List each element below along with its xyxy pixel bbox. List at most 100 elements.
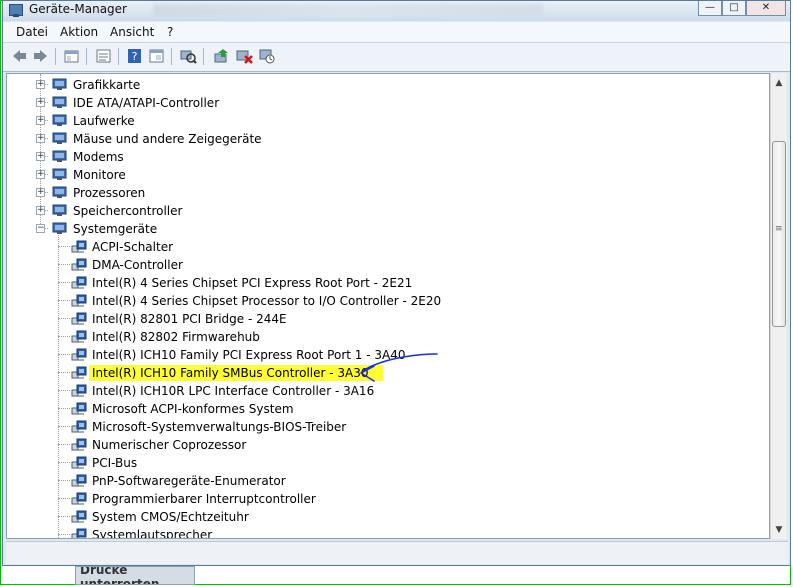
expand-icon[interactable]: +: [36, 80, 45, 89]
tree-category-label: Systemgeräte: [73, 222, 158, 236]
tree-guide-line: [58, 516, 70, 518]
tree-category-speichercontroller[interactable]: + Speichercontroller: [7, 202, 747, 220]
system-device-label: Microsoft-Systemverwaltungs-BIOS-Treiber: [92, 420, 347, 434]
toolbar-separator: [118, 48, 119, 65]
properties-icon[interactable]: [95, 48, 112, 64]
system-device-icon: [71, 438, 87, 451]
system-device-item[interactable]: Microsoft ACPI-konformes System: [7, 400, 747, 418]
tree-category-modems[interactable]: + Modems: [7, 148, 747, 166]
system-device-item[interactable]: Programmierbarer Interruptcontroller: [7, 490, 747, 508]
scrollbar-thumb[interactable]: [772, 141, 786, 327]
uninstall-icon[interactable]: [236, 48, 253, 64]
tree-guide-line: [58, 354, 70, 356]
scan-hardware-icon[interactable]: [180, 48, 197, 64]
system-device-item[interactable]: Intel(R) 4 Series Chipset Processor to I…: [7, 292, 747, 310]
disable-icon[interactable]: [259, 48, 276, 64]
system-device-item[interactable]: ACPI-Schalter: [7, 238, 747, 256]
system-device-label: Intel(R) 4 Series Chipset Processor to I…: [92, 294, 442, 308]
system-device-item[interactable]: Intel(R) 82801 PCI Bridge - 244E: [7, 310, 747, 328]
back-icon[interactable]: [11, 48, 28, 64]
tree-category-mäuse-und-andere-zeigegeräte[interactable]: + Mäuse und andere Zeigegeräte: [7, 130, 747, 148]
show-hide-tree-icon[interactable]: [63, 48, 80, 64]
system-device-item[interactable]: System CMOS/Echtzeituhr: [7, 508, 747, 526]
tree-guide-line: [58, 498, 70, 500]
system-device-label-highlighted: Intel(R) ICH10 Family SMBus Controller -…: [89, 365, 383, 381]
system-device-icon: [71, 492, 87, 505]
menu-aktion[interactable]: Aktion: [60, 25, 98, 39]
title-bar[interactable]: Geräte-Manager — □ ✕: [3, 1, 790, 21]
device-manager-app-icon: [9, 4, 23, 17]
system-device-label: Intel(R) ICH10R LPC Interface Controller…: [92, 384, 375, 398]
tree-guide-line: [58, 480, 70, 482]
tree-category-systemgeräte[interactable]: − Systemgeräte: [7, 220, 747, 238]
system-device-item[interactable]: Microsoft-Systemverwaltungs-BIOS-Treiber: [7, 418, 747, 436]
modem-icon: [52, 150, 67, 162]
tree-guide-line: [58, 534, 70, 536]
system-device-icon: [71, 294, 87, 307]
collapse-icon[interactable]: −: [36, 224, 45, 233]
system-device-icon: [71, 402, 87, 415]
system-device-item[interactable]: PnP-Softwaregeräte-Enumerator: [7, 472, 747, 490]
system-device-item[interactable]: Systemlautsprecher: [7, 526, 747, 538]
system-device-label: PCI-Bus: [92, 456, 138, 470]
ide-controller-icon: [52, 96, 67, 108]
help-icon[interactable]: ?: [126, 48, 143, 64]
toolbar-separator: [203, 48, 204, 65]
system-device-icon: [71, 330, 87, 343]
tree-category-prozessoren[interactable]: + Prozessoren: [7, 184, 747, 202]
tree-category-grafikkarte[interactable]: + Grafikkarte: [7, 76, 747, 94]
device-tree[interactable]: + Grafikkarte + IDE ATA/ATAPI-Controller + La…: [6, 73, 770, 539]
system-device-item[interactable]: Intel(R) ICH10 Family PCI Express Root P…: [7, 346, 747, 364]
tree-guide-line: [58, 426, 70, 428]
tree-category-ide-ata-atapi-controller[interactable]: + IDE ATA/ATAPI-Controller: [7, 94, 747, 112]
expand-icon[interactable]: +: [36, 134, 45, 143]
system-device-item[interactable]: Intel(R) 82802 Firmwarehub: [7, 328, 747, 346]
update-driver-icon[interactable]: [213, 48, 230, 64]
toolbar-separator: [171, 48, 172, 65]
menu-ansicht[interactable]: Ansicht: [110, 25, 154, 39]
system-device-item[interactable]: Numerischer Coprozessor: [7, 436, 747, 454]
toolbar-separator: [55, 48, 56, 65]
system-device-item[interactable]: Intel(R) ICH10R LPC Interface Controller…: [7, 382, 747, 400]
system-device-icon: [71, 510, 87, 523]
tree-guide-line: [58, 444, 70, 446]
blurred-background-text: [153, 4, 543, 17]
close-button[interactable]: ✕: [746, 1, 786, 16]
tree-category-label: Monitore: [73, 168, 126, 182]
expand-icon[interactable]: +: [36, 206, 45, 215]
system-device-item-selected[interactable]: Intel(R) ICH10 Family SMBus Controller -…: [7, 364, 747, 382]
tree-category-laufwerke[interactable]: + Laufwerke: [7, 112, 747, 130]
system-device-item[interactable]: Intel(R) 4 Series Chipset PCI Express Ro…: [7, 274, 747, 292]
forward-icon[interactable]: [32, 48, 49, 64]
expand-icon[interactable]: +: [36, 116, 45, 125]
tree-guide-line: [58, 282, 70, 284]
minimize-button[interactable]: —: [698, 1, 722, 16]
system-device-label: Intel(R) ICH10 Family PCI Express Root P…: [92, 348, 406, 362]
expand-icon[interactable]: +: [36, 188, 45, 197]
system-device-icon: [71, 348, 87, 361]
expand-icon[interactable]: +: [36, 152, 45, 161]
tree-category-monitore[interactable]: + Monitore: [7, 166, 747, 184]
tree-category-label: Grafikkarte: [73, 78, 141, 92]
system-device-item[interactable]: DMA-Controller: [7, 256, 747, 274]
vertical-scrollbar[interactable]: ▲ ≡ ▼: [770, 73, 787, 539]
system-device-label: Microsoft ACPI-konformes System: [92, 402, 294, 416]
tree-guide-line: [58, 408, 70, 410]
system-device-item[interactable]: PCI-Bus: [7, 454, 747, 472]
scroll-up-arrow-icon[interactable]: ▲: [771, 75, 787, 91]
system-device-icon: [71, 240, 87, 253]
system-device-icon: [71, 474, 87, 487]
menu-help[interactable]: ?: [167, 25, 173, 39]
system-device-label: Numerischer Coprozessor: [92, 438, 247, 452]
scroll-down-arrow-icon[interactable]: ▼: [771, 522, 787, 538]
taskbar-fragment-text: Drucke unterrorten: [80, 566, 160, 585]
maximize-button[interactable]: □: [722, 1, 746, 16]
system-device-label: PnP-Softwaregeräte-Enumerator: [92, 474, 286, 488]
expand-icon[interactable]: +: [36, 98, 45, 107]
expand-icon[interactable]: +: [36, 170, 45, 179]
display-adapter-icon: [52, 78, 67, 90]
svg-text:?: ?: [132, 50, 138, 63]
view-icon[interactable]: [148, 48, 165, 64]
menu-datei[interactable]: Datei: [16, 25, 48, 39]
system-device-label: ACPI-Schalter: [92, 240, 174, 254]
